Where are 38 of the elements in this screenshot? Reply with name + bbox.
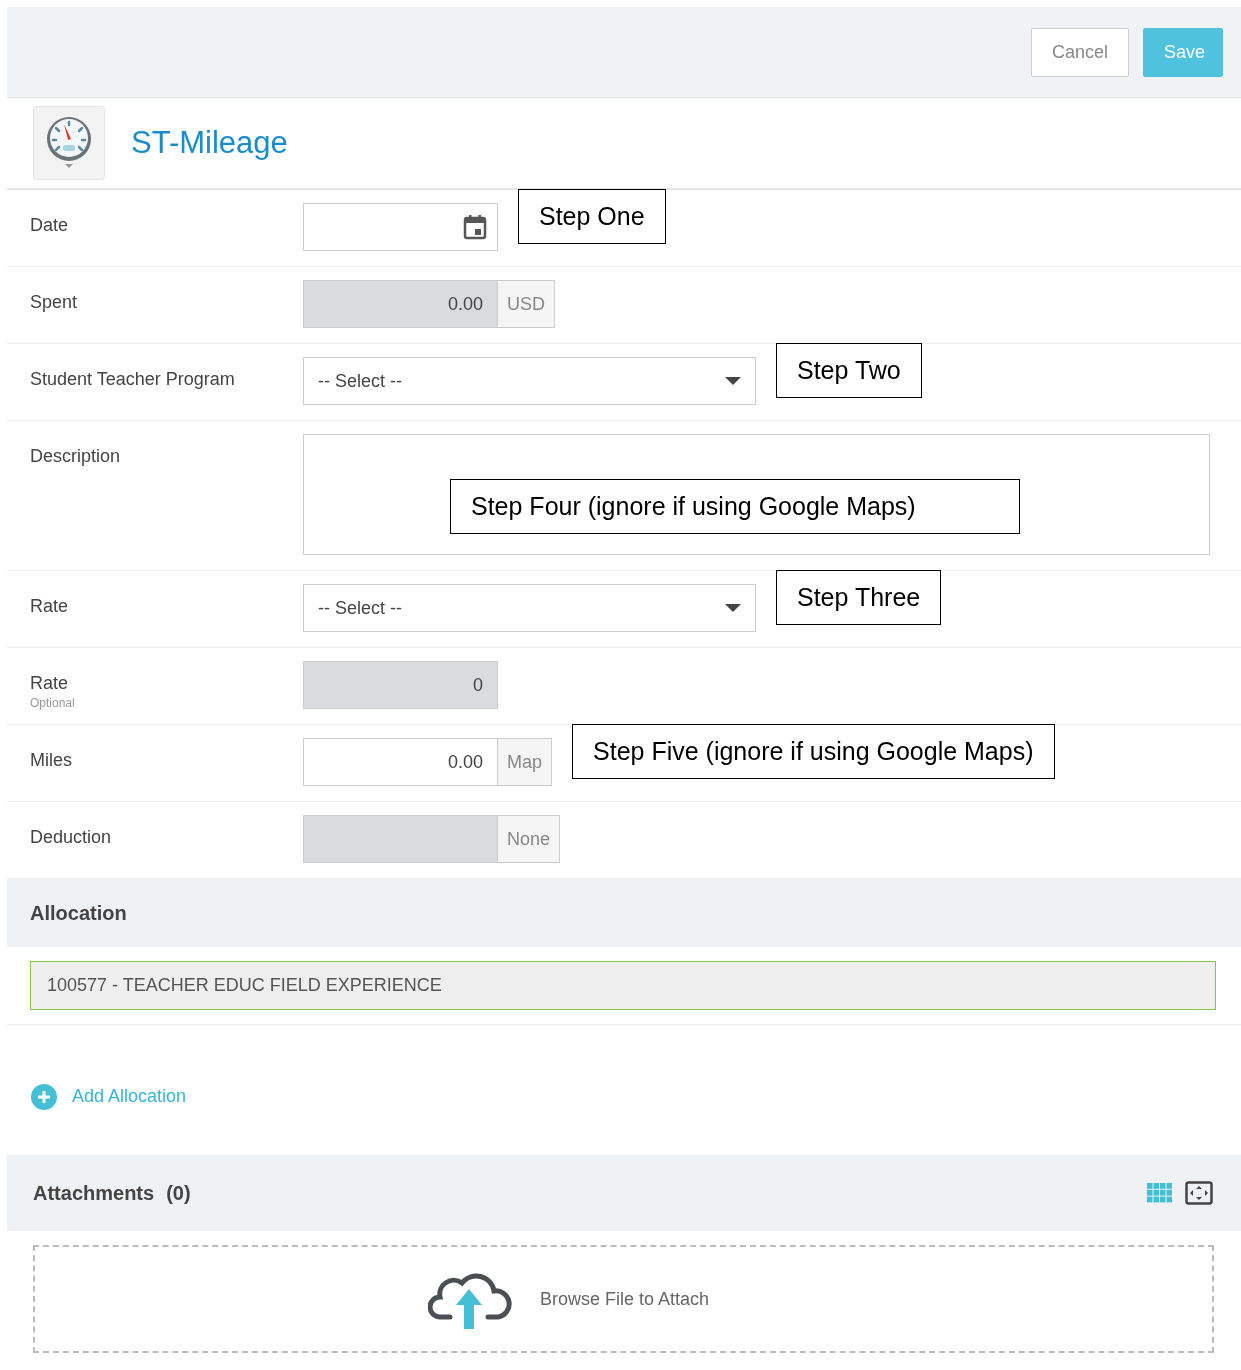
attachment-count: (0) [166,1181,191,1205]
step-callout: Step Five (ignore if using Google Maps) [572,724,1055,779]
expand-icon[interactable] [1185,1181,1213,1205]
unit-addon[interactable]: Map [498,738,552,786]
field-label: Student Teacher Program [30,369,236,390]
field-label: Rate [30,673,70,694]
unit-addon[interactable]: None [498,815,561,863]
calendar-icon [463,214,487,240]
step-callout: Step One [518,189,666,244]
step-callout: Step Four (ignore if using Google Maps) [450,479,1020,534]
toolbar-button[interactable]: Cancel [1030,27,1129,77]
section-title: Attachments [33,1181,155,1205]
plus-icon [31,1083,57,1110]
field-label: Deduction [30,827,113,848]
caret-icon [725,603,741,613]
number-field[interactable]: 0 [303,661,498,709]
field-label: Miles [30,750,73,771]
gauge-icon [33,106,105,180]
select-dropdown[interactable]: -- Select -- [303,584,756,632]
form-title: ST-Mileage [131,125,288,161]
step-callout: Step Three [776,570,942,625]
field-label: Date [30,215,70,236]
file-drop-zone[interactable]: Browse File to Attach [33,1245,1214,1353]
allocation-item[interactable]: 100577 - TEACHER EDUC FIELD EXPERIENCE [30,961,1216,1010]
select-dropdown[interactable]: -- Select -- [303,357,756,405]
field-label: Description [30,446,122,467]
caret-icon [725,376,741,386]
number-field[interactable]: 0.00 [303,280,498,328]
number-field[interactable]: 0.00 [303,738,498,786]
number-field[interactable] [303,815,498,863]
unit-addon[interactable]: USD [498,280,555,328]
field-label: Rate [30,596,70,617]
section-title: Allocation [30,901,127,925]
field-label: Spent [30,292,79,313]
text-area[interactable] [303,434,1210,555]
step-callout: Step Two [776,343,922,398]
field-note: Optional [30,696,76,710]
date-field[interactable] [303,203,498,251]
